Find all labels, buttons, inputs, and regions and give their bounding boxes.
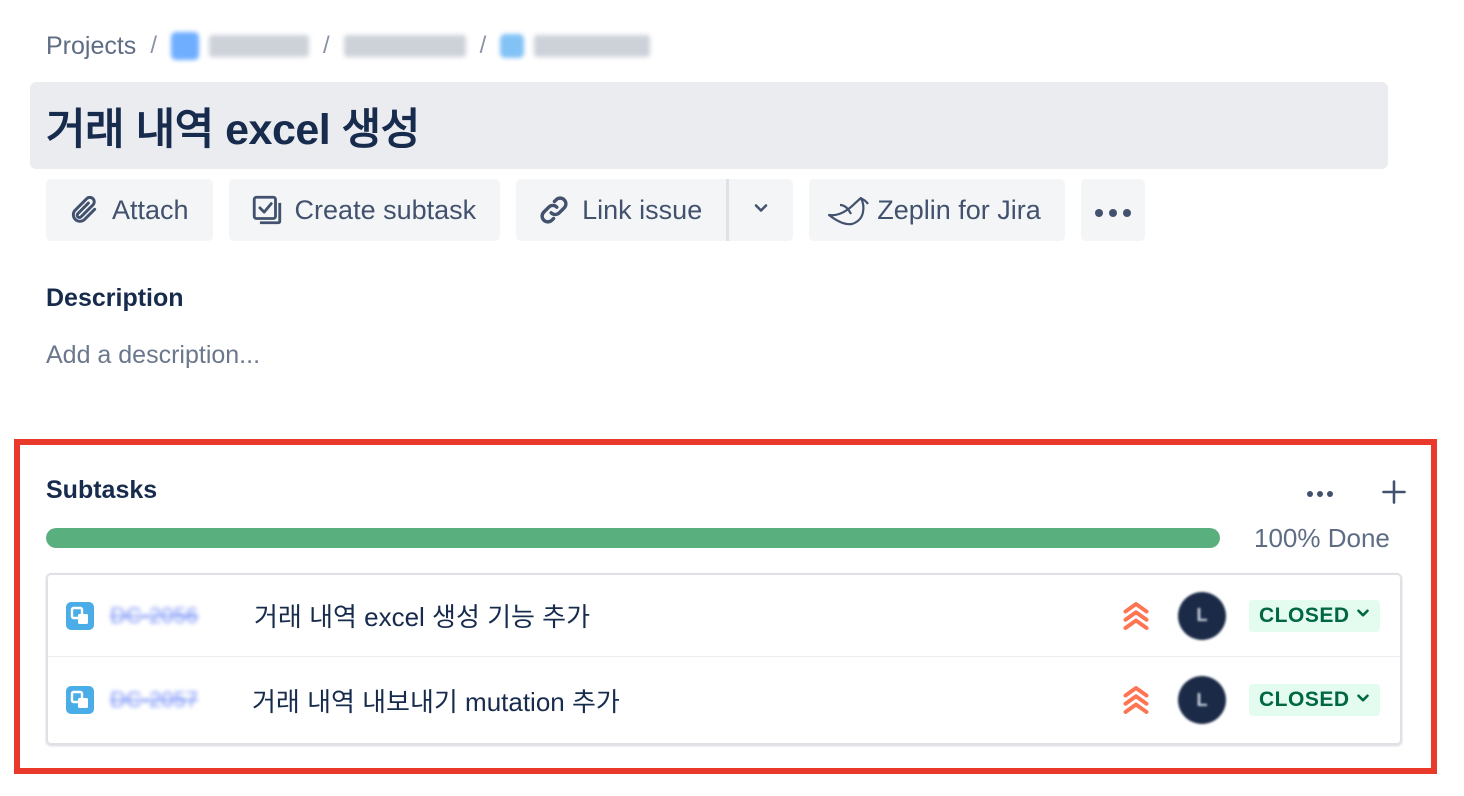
chevron-down-icon — [1354, 604, 1372, 627]
issue-title: 거래 내역 excel 생성 — [46, 105, 420, 154]
zeplin-button[interactable]: Zeplin for Jira — [809, 179, 1065, 241]
breadcrumb-separator: / — [150, 32, 157, 59]
subtasks-heading: Subtasks — [46, 476, 158, 504]
zeplin-icon — [825, 192, 873, 228]
subtask-icon — [249, 192, 285, 228]
link-issue-dropdown[interactable] — [729, 179, 793, 241]
status-dropdown[interactable]: CLOSED — [1249, 599, 1380, 632]
link-issue-group: Link issue — [516, 179, 794, 241]
task-icon — [500, 34, 525, 58]
add-subtask-button[interactable] — [1372, 474, 1416, 514]
breadcrumb-projects[interactable]: Projects — [46, 32, 136, 61]
description-heading: Description — [46, 284, 184, 312]
status-label: CLOSED — [1259, 688, 1350, 711]
link-issue-label: Link issue — [582, 194, 703, 225]
breadcrumb-project-redacted[interactable] — [208, 35, 309, 57]
subtask-key-redacted[interactable]: DC-2056 — [110, 603, 198, 629]
attach-button[interactable]: Attach — [46, 179, 213, 241]
subtask-type-icon — [66, 601, 94, 630]
breadcrumb-issue-redacted[interactable] — [534, 35, 651, 57]
subtasks-actions — [1298, 474, 1416, 514]
zeplin-label: Zeplin for Jira — [877, 194, 1041, 225]
subtask-type-icon — [66, 686, 94, 714]
issue-toolbar: Attach Create subtask Link issue Zeplin … — [46, 179, 1145, 241]
priority-highest-icon — [1118, 682, 1154, 718]
subtask-row[interactable]: DC-2057 거래 내역 내보내기 mutation 추가 L CLOSED — [48, 659, 1400, 741]
plus-icon — [1380, 478, 1408, 511]
status-label: CLOSED — [1259, 603, 1350, 627]
subtasks-more-button[interactable] — [1298, 474, 1342, 514]
breadcrumb-separator: / — [322, 32, 330, 59]
project-icon — [170, 32, 199, 60]
subtask-summary[interactable]: 거래 내역 excel 생성 기능 추가 — [254, 597, 590, 634]
link-issue-button[interactable]: Link issue — [516, 179, 726, 241]
priority-highest-icon — [1118, 598, 1154, 634]
create-subtask-button[interactable]: Create subtask — [228, 179, 501, 241]
status-dropdown[interactable]: CLOSED — [1249, 684, 1380, 716]
subtasks-progress-fill — [46, 528, 1220, 548]
more-actions-button[interactable] — [1080, 179, 1145, 241]
subtasks-list: DC-2056 거래 내역 excel 생성 기능 추가 L CLOSED DC… — [46, 573, 1402, 745]
more-icon — [1093, 195, 1133, 226]
link-icon — [536, 192, 572, 228]
chevron-down-icon — [751, 198, 771, 223]
issue-title-field[interactable]: 거래 내역 excel 생성 — [30, 82, 1388, 169]
attach-label: Attach — [112, 194, 189, 225]
subtasks-progress-label: 100% Done — [1254, 523, 1390, 553]
breadcrumb-separator: / — [479, 32, 487, 59]
breadcrumb-epic-redacted[interactable] — [343, 35, 466, 57]
avatar[interactable]: L — [1178, 591, 1226, 640]
subtask-row[interactable]: DC-2056 거래 내역 excel 생성 기능 추가 L CLOSED — [48, 575, 1400, 657]
subtask-key-redacted[interactable]: DC-2057 — [110, 687, 198, 713]
avatar[interactable]: L — [1178, 676, 1226, 724]
subtask-summary[interactable]: 거래 내역 내보내기 mutation 추가 — [252, 682, 620, 719]
description-field[interactable]: Add a description... — [46, 341, 260, 370]
chevron-down-icon — [1354, 689, 1372, 712]
create-subtask-label: Create subtask — [294, 194, 477, 225]
breadcrumb: Projects / / / — [46, 28, 651, 64]
more-icon — [1306, 485, 1334, 503]
paperclip-icon — [66, 192, 102, 228]
subtasks-progress-bar — [46, 528, 1220, 548]
